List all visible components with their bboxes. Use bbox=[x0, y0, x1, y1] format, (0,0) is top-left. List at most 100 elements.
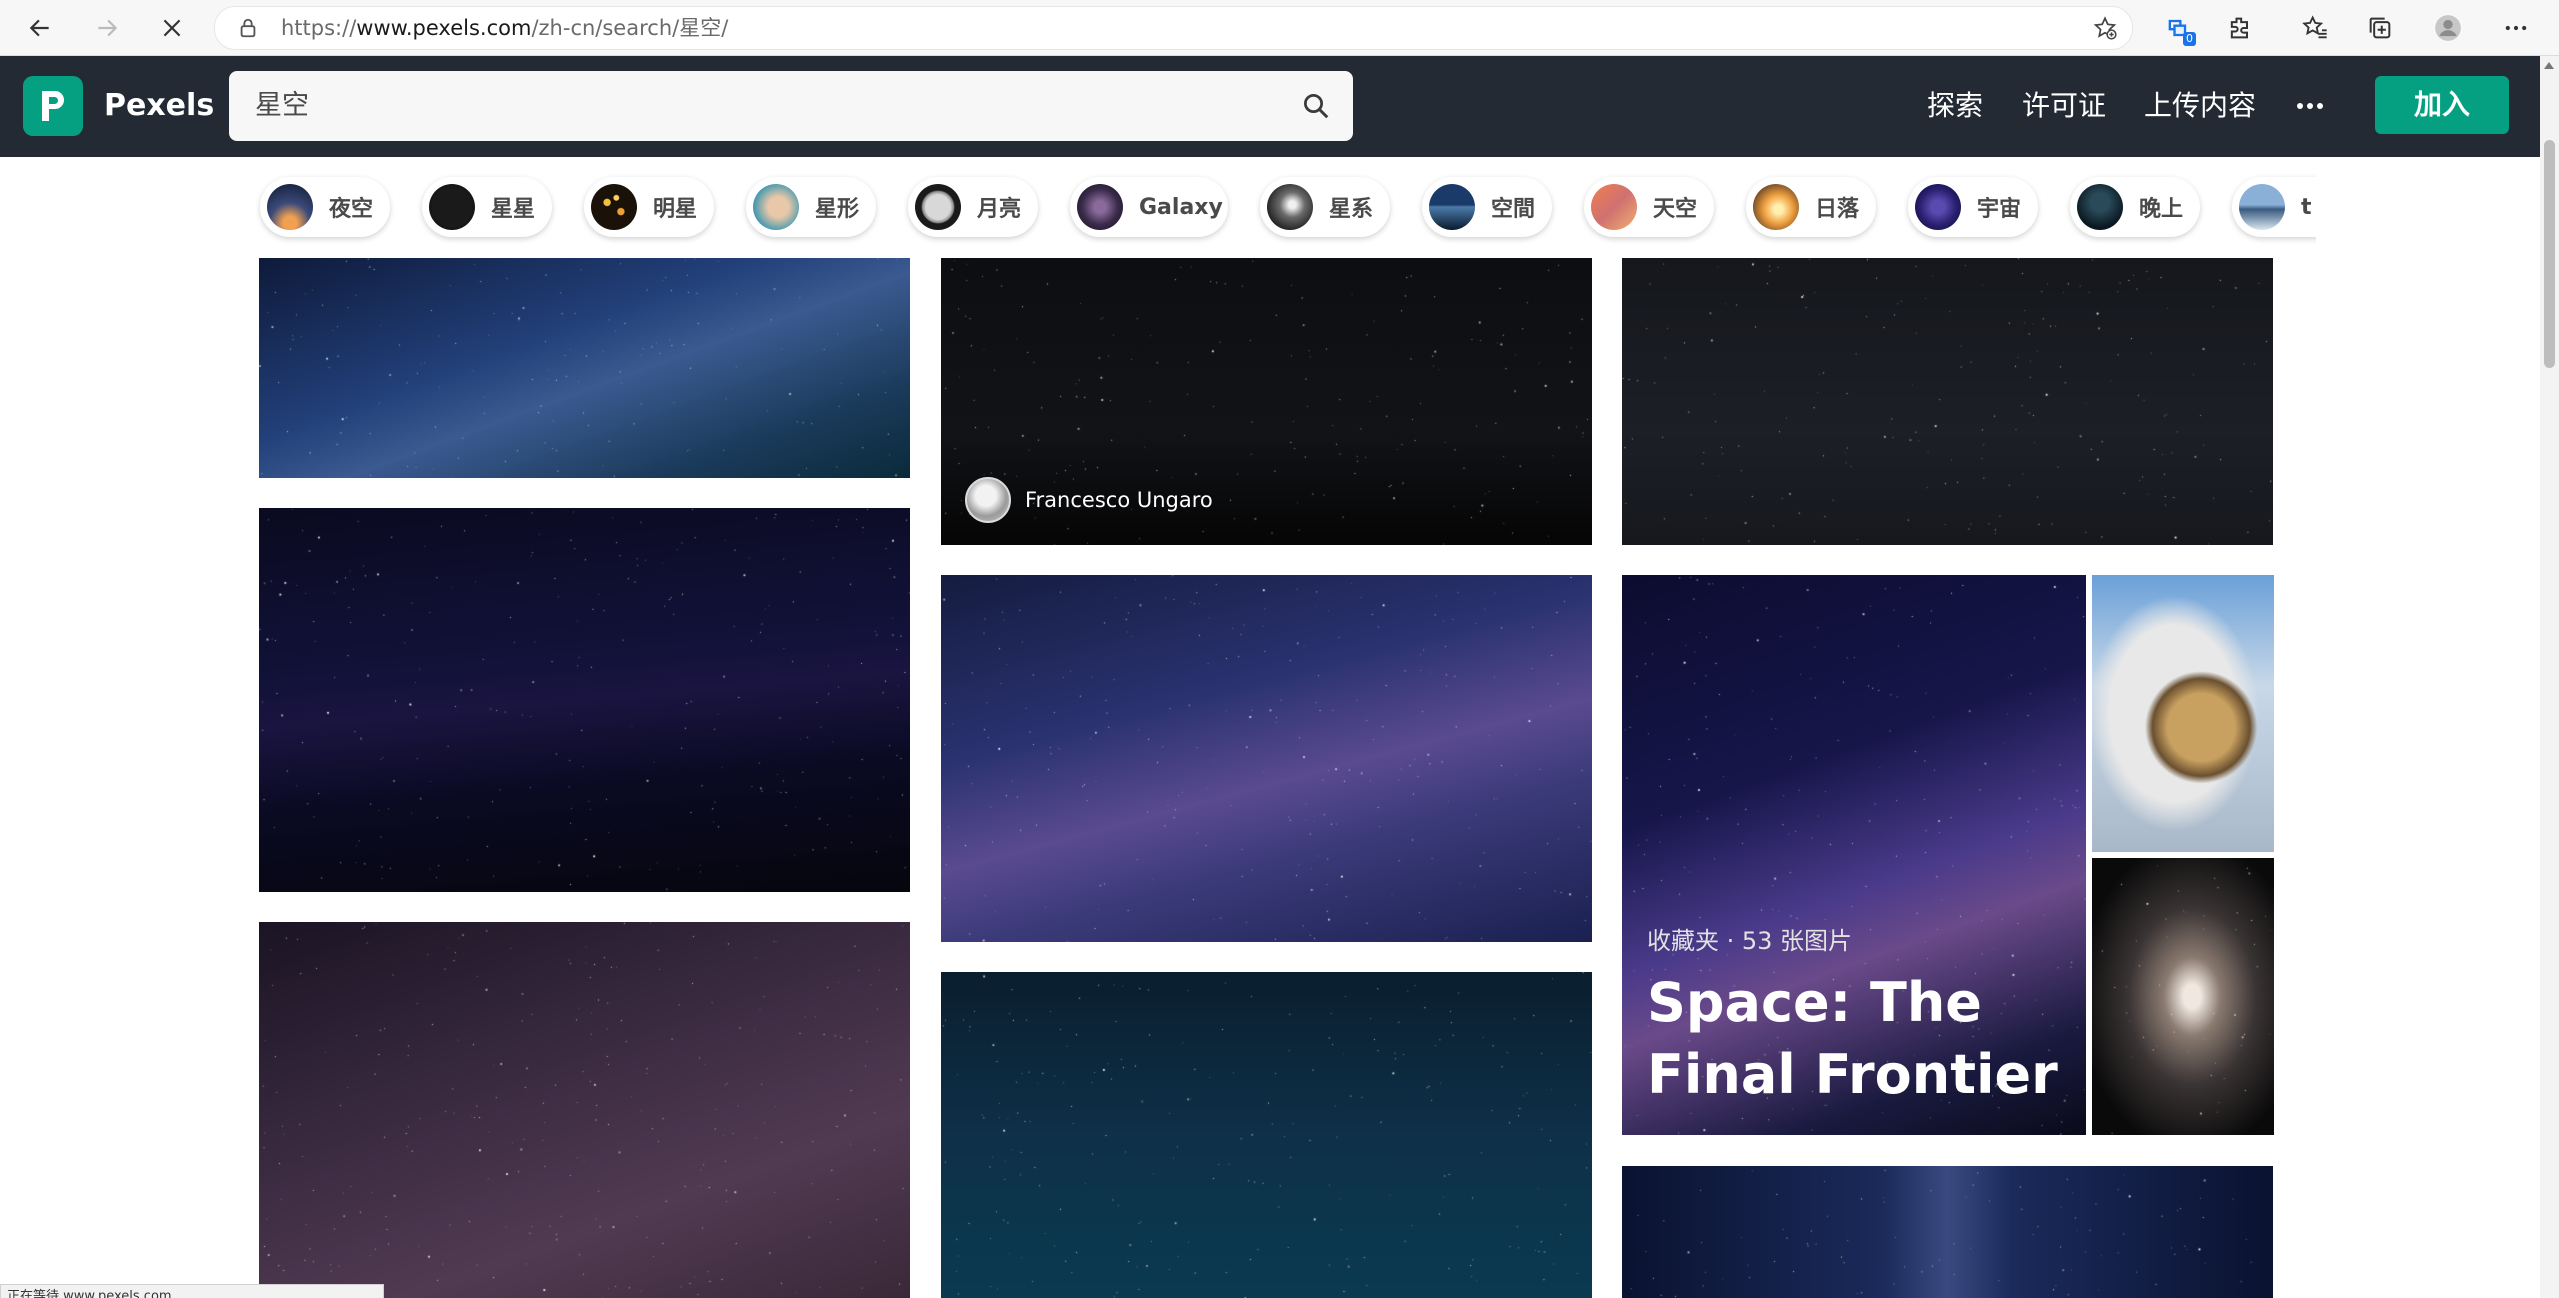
forward-button[interactable] bbox=[87, 8, 127, 48]
scrollbar-thumb[interactable] bbox=[2544, 140, 2555, 368]
browser-toolbar: https://www.pexels.com/zh-cn/search/星空/ … bbox=[0, 0, 2559, 56]
profile-button[interactable] bbox=[2428, 8, 2468, 48]
nav-license[interactable]: 许可证 bbox=[2022, 86, 2106, 126]
search-input[interactable]: 星空 bbox=[229, 71, 1353, 141]
photo-milky-way-vertical[interactable] bbox=[1622, 1166, 2273, 1298]
join-button[interactable]: 加入 bbox=[2375, 76, 2509, 134]
chip-thumbnail bbox=[1077, 184, 1123, 230]
back-arrow-icon bbox=[29, 19, 49, 37]
chip-bright-star[interactable]: 明星 bbox=[584, 177, 714, 237]
extensions-button[interactable] bbox=[2220, 8, 2260, 48]
chip-space[interactable]: 空間 bbox=[1422, 177, 1552, 237]
close-icon bbox=[163, 19, 181, 37]
url-scheme: https:// bbox=[281, 16, 357, 40]
chip-thumbnail bbox=[1753, 184, 1799, 230]
photo-author[interactable]: Francesco Ungaro bbox=[965, 477, 1213, 523]
chip-thumbnail bbox=[2077, 184, 2123, 230]
chip-thumbnail bbox=[267, 184, 313, 230]
chip-truncated[interactable]: t bbox=[2232, 177, 2316, 237]
collection-title: Space: The Final Frontier bbox=[1647, 971, 2058, 1106]
pexels-logo[interactable] bbox=[23, 76, 83, 136]
search-icon[interactable] bbox=[1301, 91, 1331, 121]
chip-thumbnail bbox=[2239, 184, 2285, 230]
chip-label: 天空 bbox=[1653, 197, 1698, 222]
more-dots-icon bbox=[2505, 25, 2527, 31]
status-bar: 正在等待 www.pexels.com... bbox=[0, 1284, 384, 1298]
address-bar[interactable]: https://www.pexels.com/zh-cn/search/星空/ bbox=[214, 6, 2133, 50]
photo-milky-way-blue[interactable] bbox=[259, 258, 910, 478]
chip-sky[interactable]: 天空 bbox=[1584, 177, 1714, 237]
star-field bbox=[259, 258, 910, 478]
star-field bbox=[941, 575, 1592, 942]
chip-stars[interactable]: 星星 bbox=[422, 177, 552, 237]
url-host: www.pexels.com bbox=[356, 16, 532, 40]
chip-galaxy[interactable]: Galaxy bbox=[1070, 177, 1228, 237]
favorites-star-icon bbox=[2302, 15, 2327, 39]
chip-thumbnail bbox=[1915, 184, 1961, 230]
add-favorite-icon[interactable] bbox=[2092, 15, 2118, 41]
chip-thumbnail bbox=[753, 184, 799, 230]
chip-galaxy-zh[interactable]: 星系 bbox=[1260, 177, 1390, 237]
favorites-button[interactable] bbox=[2295, 8, 2335, 48]
settings-menu-button[interactable] bbox=[2496, 8, 2536, 48]
chip-sunset[interactable]: 日落 bbox=[1746, 177, 1876, 237]
collection-thumbnail-astronaut bbox=[2092, 575, 2274, 852]
chip-star-shape[interactable]: 星形 bbox=[746, 177, 876, 237]
scroll-up-arrow[interactable] bbox=[2544, 62, 2554, 69]
chip-universe[interactable]: 宇宙 bbox=[1908, 177, 2038, 237]
brand-name[interactable]: Pexels bbox=[104, 80, 214, 132]
chip-label: 星星 bbox=[491, 197, 536, 222]
lock-icon[interactable] bbox=[237, 17, 259, 39]
photo-milky-way-violet[interactable] bbox=[941, 575, 1592, 942]
site-header: Pexels 星空 探索 许可证 上传内容 加入 bbox=[0, 56, 2540, 157]
chip-label: 月亮 bbox=[977, 197, 1022, 222]
chip-label: 日落 bbox=[1815, 197, 1860, 222]
star-field bbox=[259, 508, 910, 892]
collections-button[interactable] bbox=[2360, 8, 2400, 48]
nav-upload[interactable]: 上传内容 bbox=[2144, 86, 2256, 126]
author-avatar bbox=[965, 477, 1011, 523]
photo-grey-stars[interactable] bbox=[1622, 258, 2273, 545]
chip-label: Galaxy bbox=[1139, 194, 1223, 220]
url-text[interactable]: https://www.pexels.com/zh-cn/search/星空/ bbox=[281, 7, 728, 49]
pexels-p-icon bbox=[42, 91, 64, 121]
extension-badge: 0 bbox=[2183, 32, 2196, 46]
chip-thumbnail bbox=[915, 184, 961, 230]
star-field bbox=[1622, 258, 2273, 545]
photo-purple-stars[interactable] bbox=[259, 922, 910, 1298]
collection-cover: 收藏夹 · 53 张图片 Space: The Final Frontier bbox=[1622, 575, 2086, 1135]
collection-card[interactable]: 收藏夹 · 53 张图片 Space: The Final Frontier bbox=[1622, 575, 2274, 1135]
chip-label: 宇宙 bbox=[1977, 197, 2022, 222]
nav-explore[interactable]: 探索 bbox=[1927, 86, 1983, 126]
author-name: Francesco Ungaro bbox=[1025, 488, 1213, 512]
extension-button[interactable]: 0 bbox=[2158, 8, 2198, 48]
more-dots-icon[interactable] bbox=[2290, 86, 2330, 126]
collection-meta: 收藏夹 · 53 张图片 bbox=[1647, 927, 1853, 955]
related-searches: 夜空 星星 明星 星形 月亮 Galaxy 星系 空間 天空 日落 宇宙 晚上 … bbox=[256, 167, 2316, 249]
chip-night[interactable]: 晚上 bbox=[2070, 177, 2200, 237]
chip-thumbnail bbox=[591, 184, 637, 230]
photo-dark-stars[interactable] bbox=[259, 508, 910, 892]
star-field bbox=[259, 922, 910, 1298]
page-scrollbar[interactable] bbox=[2540, 56, 2559, 1298]
puzzle-icon bbox=[2230, 17, 2248, 39]
photo-black-stars[interactable]: Francesco Ungaro bbox=[941, 258, 1592, 545]
search-value[interactable]: 星空 bbox=[255, 71, 309, 141]
collection-thumbnail-galaxy bbox=[2092, 858, 2274, 1135]
chip-label: 星形 bbox=[815, 197, 860, 222]
chip-label: t bbox=[2301, 194, 2312, 220]
chip-label: 空間 bbox=[1491, 197, 1536, 222]
collections-icon bbox=[2369, 17, 2391, 39]
star-field bbox=[1622, 1166, 2273, 1298]
chip-moon[interactable]: 月亮 bbox=[908, 177, 1038, 237]
chip-thumbnail bbox=[1267, 184, 1313, 230]
star-field bbox=[2092, 858, 2274, 1135]
url-path: /zh-cn/search/星空/ bbox=[531, 16, 729, 40]
back-button[interactable] bbox=[20, 8, 60, 48]
forward-arrow-icon bbox=[98, 19, 118, 37]
chip-night-sky[interactable]: 夜空 bbox=[260, 177, 390, 237]
chip-label: 明星 bbox=[653, 197, 698, 222]
stop-loading-button[interactable] bbox=[152, 8, 192, 48]
chip-thumbnail bbox=[429, 184, 475, 230]
photo-teal-stars[interactable] bbox=[941, 972, 1592, 1298]
